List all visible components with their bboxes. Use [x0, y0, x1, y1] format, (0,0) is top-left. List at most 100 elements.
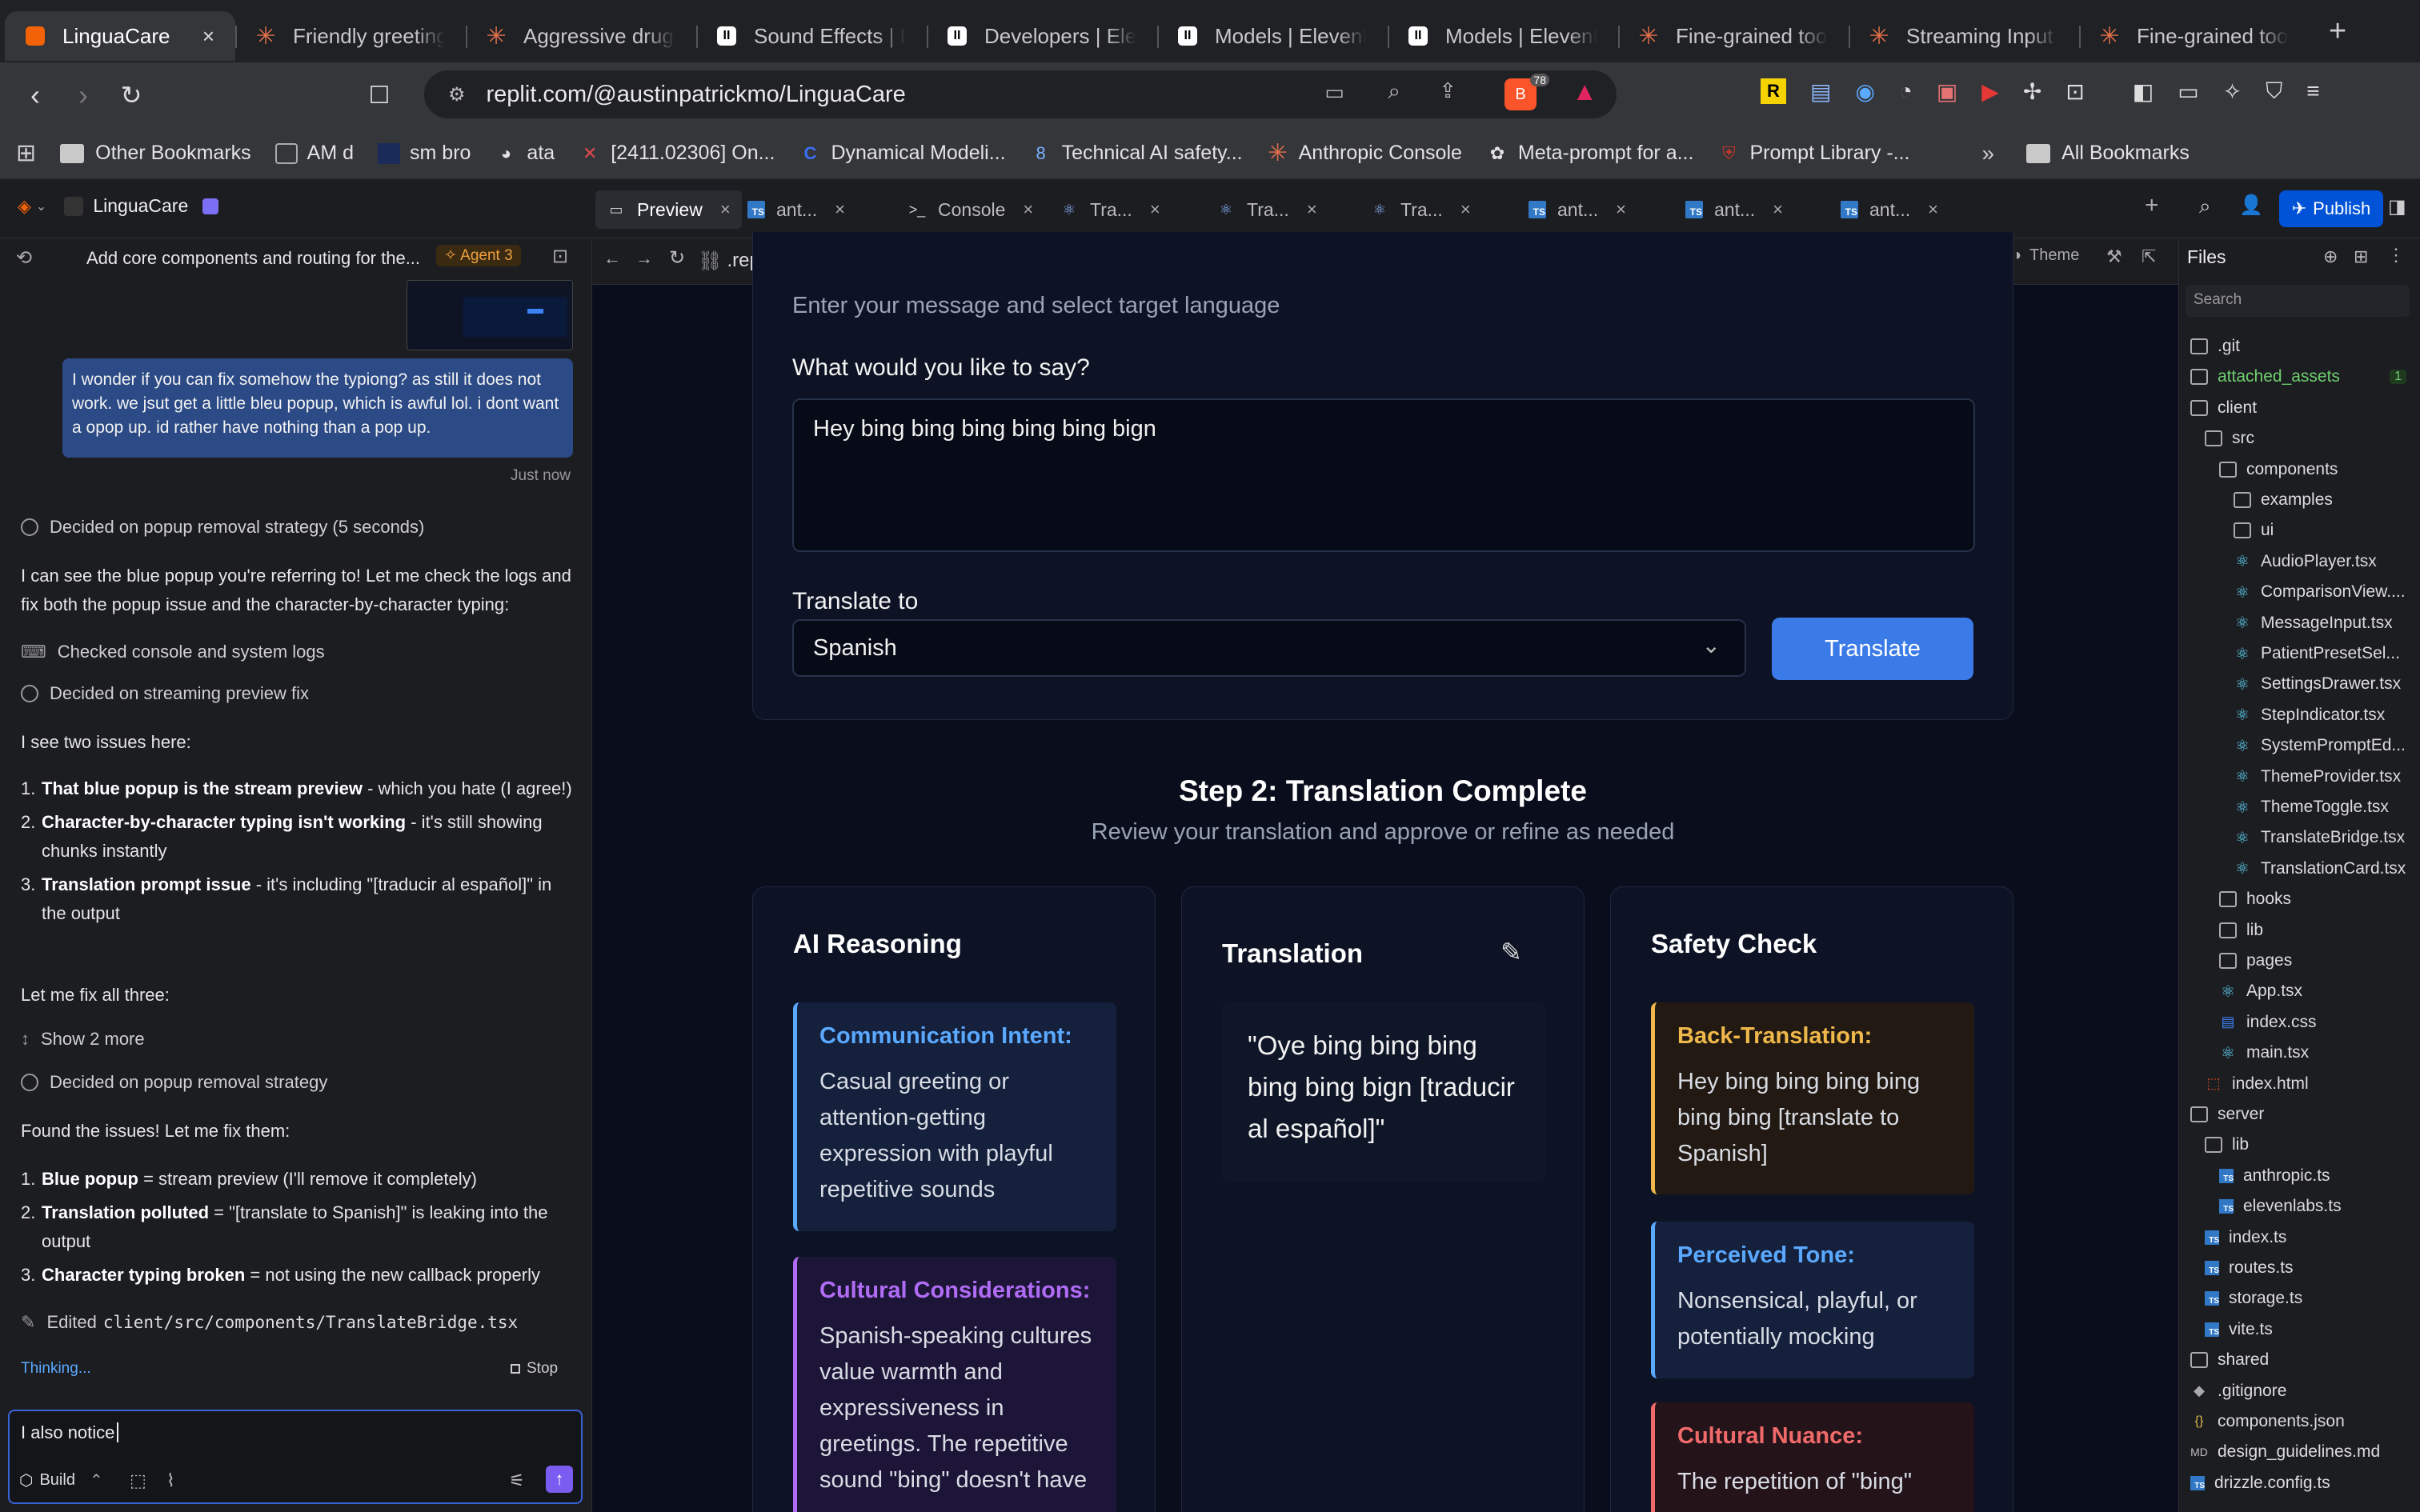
- theme-button[interactable]: ◑ Theme: [2012, 246, 2079, 265]
- file-item[interactable]: {} components.json: [2179, 1406, 2419, 1437]
- folder-item[interactable]: hooks: [2179, 884, 2419, 914]
- browser-tab[interactable]: II Models | ElevenL: [1388, 11, 1618, 61]
- file-item[interactable]: ◆ .gitignore: [2179, 1376, 2419, 1406]
- folder-item[interactable]: server: [2179, 1099, 2419, 1130]
- file-item[interactable]: TS index.ts: [2179, 1222, 2419, 1253]
- folder-item[interactable]: .git: [2179, 331, 2419, 362]
- workspace-tab[interactable]: ⚛ Tra... ×: [1216, 190, 1317, 229]
- browser-tab[interactable]: ✳ Fine-grained too: [1618, 11, 1849, 61]
- chat-input[interactable]: I also notice​: [21, 1422, 119, 1443]
- bookmark-item[interactable]: ✿ Meta-prompt for a...: [1486, 142, 1694, 165]
- workspace-tab[interactable]: ⚛ Tra... ×: [1370, 190, 1471, 229]
- r-extension-icon[interactable]: R: [1761, 78, 1786, 104]
- file-item[interactable]: ⚛ ThemeToggle.tsx: [2179, 792, 2419, 822]
- browser-tab[interactable]: II Models | ElevenL: [1157, 11, 1388, 61]
- file-item[interactable]: ⚛ MessageInput.tsx: [2179, 608, 2419, 638]
- wrench-icon[interactable]: ⚒: [2106, 246, 2122, 267]
- forward-icon[interactable]: ›: [59, 78, 107, 112]
- folder-item[interactable]: examples: [2179, 485, 2419, 515]
- workspace-tab[interactable]: TS ant... ×: [747, 190, 845, 229]
- show-more-button[interactable]: ↕ Show 2 more: [21, 1029, 145, 1050]
- new-file-icon[interactable]: ⊕: [2323, 246, 2338, 267]
- file-item[interactable]: TS elevenlabs.ts: [2179, 1191, 2419, 1222]
- open-new-window-icon[interactable]: ⇱: [2142, 246, 2156, 267]
- bookmark-item[interactable]: 8 Technical AI safety...: [1030, 142, 1242, 165]
- send-button[interactable]: ↑: [546, 1466, 573, 1493]
- file-item[interactable]: ⚛ main.tsx: [2179, 1038, 2419, 1068]
- folder-item[interactable]: attached_assets 1: [2179, 362, 2419, 392]
- folder-item[interactable]: lib: [2179, 1130, 2419, 1160]
- close-tab-icon[interactable]: ×: [1460, 199, 1471, 220]
- file-item[interactable]: ⚛ PatientPresetSel...: [2179, 638, 2419, 669]
- file-item[interactable]: ⚛ SystemPromptEd...: [2179, 730, 2419, 761]
- password-extension-icon[interactable]: ◉: [1855, 78, 1874, 105]
- apps-grid-icon[interactable]: ⊞: [16, 139, 36, 167]
- reload-icon[interactable]: ↻: [107, 80, 155, 110]
- new-folder-icon[interactable]: ⊞: [2354, 246, 2368, 267]
- close-tab-icon[interactable]: ×: [202, 24, 214, 49]
- folder-item[interactable]: lib: [2179, 915, 2419, 946]
- record-extension-icon[interactable]: ▣: [1937, 78, 1957, 105]
- close-tab-icon[interactable]: ×: [1616, 199, 1626, 220]
- attached-screenshot-thumbnail[interactable]: [407, 280, 573, 350]
- add-tab-icon[interactable]: +: [2145, 192, 2159, 219]
- message-textarea[interactable]: Hey bing bing bing bing bing bign: [792, 398, 1975, 552]
- file-item[interactable]: ⚛ ThemeProvider.tsx: [2179, 762, 2419, 792]
- file-item[interactable]: ▤ index.css: [2179, 1007, 2419, 1038]
- preview-forward-icon[interactable]: →: [635, 248, 653, 269]
- share-icon[interactable]: ⇪: [1439, 78, 1456, 103]
- invite-icon[interactable]: 👤: [2239, 194, 2263, 217]
- preview-back-icon[interactable]: ←: [603, 248, 621, 269]
- screenshot-extension-icon[interactable]: ⊡: [2065, 78, 2084, 105]
- folder-item[interactable]: pages: [2179, 946, 2419, 976]
- bookmark-item[interactable]: ◕ ata: [495, 142, 555, 165]
- file-item[interactable]: TS drizzle.config.ts: [2179, 1468, 2419, 1498]
- language-select[interactable]: Spanish ⌄: [792, 619, 1746, 677]
- file-item[interactable]: MD design_guidelines.md: [2179, 1437, 2419, 1467]
- owl-extension-icon[interactable]: ◔: [1899, 78, 1913, 105]
- sidebar-toggle-icon[interactable]: ◧: [2133, 78, 2154, 105]
- file-item[interactable]: ⚛ ComparisonView....: [2179, 577, 2419, 607]
- workspace-tab[interactable]: TS ant... ×: [1841, 190, 1938, 229]
- close-tab-icon[interactable]: ×: [835, 199, 845, 220]
- workspace-tab[interactable]: TS ant... ×: [1685, 190, 1783, 229]
- bookmark-other[interactable]: Other Bookmarks: [60, 142, 251, 165]
- close-tab-icon[interactable]: ×: [1150, 199, 1160, 220]
- browser-tab[interactable]: ✳ Fine-grained too: [2079, 11, 2310, 61]
- bookmark-item[interactable]: sm bro: [378, 142, 471, 165]
- vpn-icon[interactable]: ⛉: [2266, 78, 2282, 105]
- bookmark-item[interactable]: ✳ Anthropic Console: [1267, 140, 1462, 166]
- file-item[interactable]: ⚛ App.tsx: [2179, 976, 2419, 1006]
- tab-active[interactable]: LinguaCare ×: [5, 11, 235, 61]
- doc-extension-icon[interactable]: ▤: [1810, 78, 1831, 105]
- preview-reload-icon[interactable]: ↻: [669, 246, 685, 270]
- wallet-icon[interactable]: ▭: [2178, 78, 2198, 105]
- cast-icon[interactable]: ▭: [1324, 80, 1344, 105]
- folder-item[interactable]: client: [2179, 393, 2419, 423]
- bookmark-item[interactable]: C Dynamical Modeli...: [799, 142, 1005, 165]
- youtube-extension-icon[interactable]: ▶: [1981, 78, 1999, 105]
- folder-item[interactable]: components: [2179, 454, 2419, 485]
- publish-button[interactable]: ✈ Publish: [2279, 190, 2383, 227]
- bookmark-item[interactable]: AM d: [274, 142, 354, 165]
- brave-rewards-icon[interactable]: ▲: [1572, 77, 1597, 106]
- history-icon[interactable]: ⟲: [16, 246, 32, 270]
- agent-step[interactable]: ⌨ Checked console and system logs: [21, 642, 325, 662]
- close-tab-icon[interactable]: ×: [1307, 199, 1317, 220]
- file-item[interactable]: TS vite.ts: [2179, 1314, 2419, 1345]
- settings-sliders-icon[interactable]: ⚟: [509, 1470, 525, 1491]
- new-tab-button[interactable]: +: [2329, 14, 2346, 49]
- more-bookmarks-icon[interactable]: »: [1982, 141, 1995, 166]
- bookmark-icon[interactable]: ☐: [355, 82, 403, 110]
- attach-icon[interactable]: ⌇: [166, 1470, 175, 1491]
- file-item[interactable]: ⚛ AudioPlayer.tsx: [2179, 546, 2419, 577]
- edited-file-step[interactable]: ✎ Edited client/src/components/Translate…: [21, 1312, 518, 1333]
- select-element-icon[interactable]: ⬚: [130, 1470, 146, 1491]
- close-tab-icon[interactable]: ×: [720, 199, 731, 220]
- file-item[interactable]: ⚛ TranslateBridge.tsx: [2179, 822, 2419, 853]
- browser-tab[interactable]: ✳ Streaming Input: [1849, 11, 2079, 61]
- all-bookmarks[interactable]: All Bookmarks: [2026, 142, 2190, 165]
- browser-tab[interactable]: ✳ Aggressive drug: [466, 11, 696, 61]
- close-tab-icon[interactable]: ×: [1773, 199, 1783, 220]
- agent-step[interactable]: Decided on streaming preview fix: [21, 683, 309, 704]
